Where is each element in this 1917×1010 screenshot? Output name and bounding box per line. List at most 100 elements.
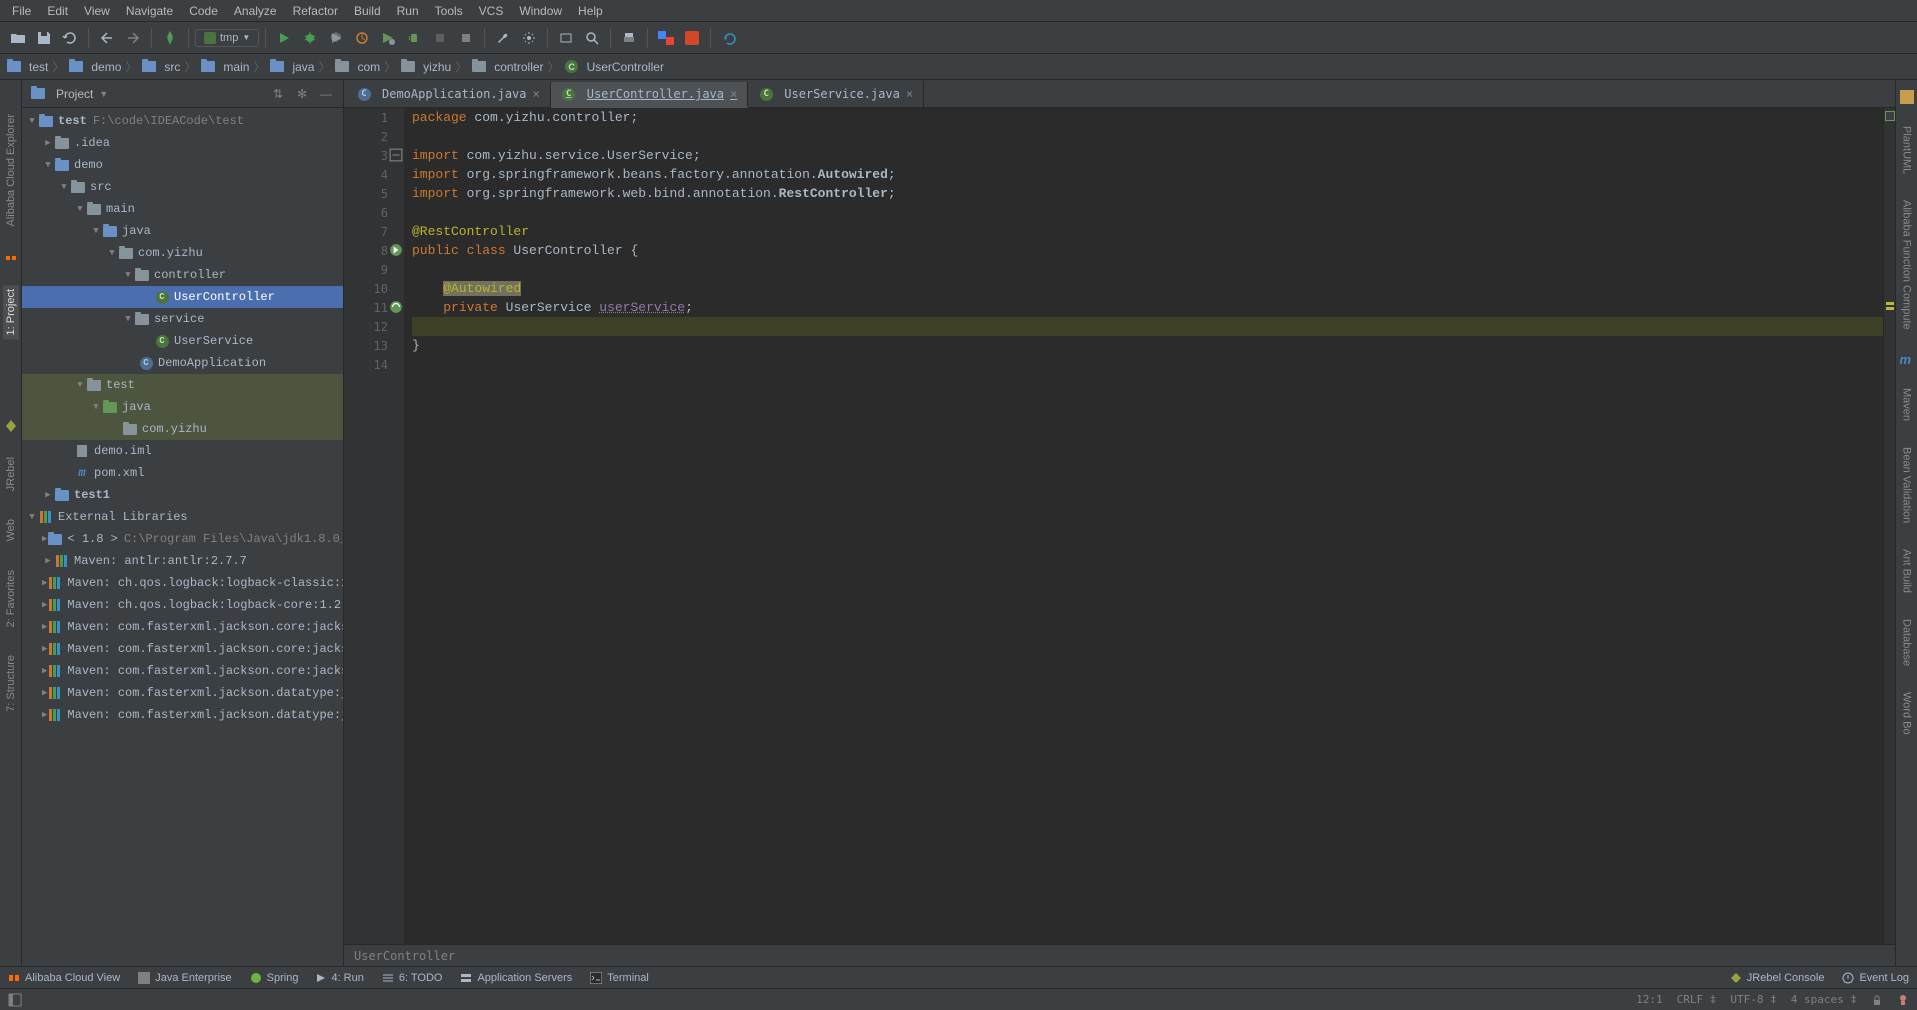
tree-extlib[interactable]: ▼External Libraries — [22, 506, 343, 528]
tree-jdk[interactable]: ▶< 1.8 >C:\Program Files\Java\jdk1.8.0_1… — [22, 528, 343, 550]
menu-code[interactable]: Code — [181, 2, 226, 20]
presentation-icon[interactable] — [680, 26, 704, 50]
build-icon[interactable] — [158, 26, 182, 50]
search-icon[interactable] — [580, 26, 604, 50]
menu-edit[interactable]: Edit — [39, 2, 76, 20]
tree-root[interactable]: ▼testF:\code\IDEACode\test — [22, 110, 343, 132]
crumb-java[interactable]: java — [269, 59, 314, 75]
refresh-icon[interactable] — [58, 26, 82, 50]
status-pos[interactable]: 12:1 — [1636, 993, 1663, 1006]
menu-file[interactable]: File — [4, 2, 39, 20]
menu-tools[interactable]: Tools — [427, 2, 471, 20]
gear-icon[interactable]: ✻ — [293, 85, 311, 103]
crumb-controller[interactable]: controller — [471, 59, 543, 75]
tree-pom[interactable]: mpom.xml — [22, 462, 343, 484]
code-editor[interactable]: package com.yizhu.controller; import com… — [404, 108, 1883, 944]
close-icon[interactable]: × — [906, 87, 913, 101]
righttab-wordbook[interactable]: Word Bo — [1899, 688, 1915, 739]
tree-lib-item[interactable]: ▶Maven: ch.qos.logback:logback-core:1.2.… — [22, 594, 343, 616]
tree-lib-item[interactable]: ▶Maven: com.fasterxml.jackson.datatype:j… — [22, 682, 343, 704]
bean-icon[interactable] — [389, 243, 403, 257]
bottombtn-run[interactable]: 4: Run — [316, 972, 363, 984]
profile-icon[interactable] — [350, 26, 374, 50]
menu-build[interactable]: Build — [346, 2, 389, 20]
jrebel-icon[interactable] — [4, 419, 18, 433]
menu-analyze[interactable]: Analyze — [226, 2, 285, 20]
tree-demoiml[interactable]: demo.iml — [22, 440, 343, 462]
bottombtn-alibaba[interactable]: Alibaba Cloud View — [8, 972, 120, 984]
bottombtn-spring[interactable]: Spring — [250, 972, 299, 984]
open-icon[interactable] — [6, 26, 30, 50]
line-gutter[interactable]: 12 3 4567 8 910 11 121314 — [344, 108, 404, 944]
lefttab-jrebel[interactable]: JRebel — [3, 453, 19, 495]
crumb-main[interactable]: main — [200, 59, 249, 75]
bottombtn-javaee[interactable]: Java Enterprise — [138, 972, 231, 984]
righttab-maven[interactable]: Maven — [1899, 384, 1915, 425]
menu-window[interactable]: Window — [511, 2, 570, 20]
righttab-bean-validation[interactable]: Bean Validation — [1899, 443, 1915, 527]
menu-navigate[interactable]: Navigate — [118, 2, 181, 20]
wrench-icon[interactable] — [491, 26, 515, 50]
lefttab-favorites[interactable]: 2: Favorites — [3, 566, 19, 631]
error-stripe[interactable] — [1883, 108, 1895, 944]
tool-window-toggle-icon[interactable] — [8, 993, 22, 1007]
menu-vcs[interactable]: VCS — [471, 2, 512, 20]
editor-breadcrumb[interactable]: UserController — [344, 944, 1895, 966]
collapse-icon[interactable] — [389, 148, 403, 162]
tree-src[interactable]: ▼src — [22, 176, 343, 198]
crumb-com[interactable]: com — [334, 59, 380, 75]
tab-userservice[interactable]: CUserService.java× — [748, 81, 924, 107]
run-icon[interactable] — [272, 26, 296, 50]
menu-run[interactable]: Run — [389, 2, 427, 20]
bottombtn-todo[interactable]: 6: TODO — [382, 972, 443, 984]
crumb-src[interactable]: src — [141, 59, 180, 75]
bottombtn-terminal[interactable]: Terminal — [590, 972, 649, 984]
tree-lib-item[interactable]: ▶Maven: com.fasterxml.jackson.core:jacks… — [22, 616, 343, 638]
crumb-class[interactable]: CUserController — [564, 59, 664, 75]
crumb-yizhu[interactable]: yizhu — [400, 59, 451, 75]
settings-icon[interactable] — [517, 26, 541, 50]
menu-help[interactable]: Help — [570, 2, 611, 20]
plantuml-icon[interactable] — [1900, 90, 1914, 104]
tree-service[interactable]: ▼service — [22, 308, 343, 330]
tree-idea[interactable]: ▶.idea — [22, 132, 343, 154]
lefttab-web[interactable]: Web — [3, 515, 19, 545]
lefttab-structure[interactable]: 7: Structure — [3, 651, 19, 716]
tree-pkg[interactable]: ▼com.yizhu — [22, 242, 343, 264]
hector-icon[interactable] — [1897, 994, 1909, 1006]
forward-icon[interactable] — [121, 26, 145, 50]
tab-demoapplication[interactable]: CDemoApplication.java× — [346, 81, 551, 107]
righttab-alibaba-fc[interactable]: Alibaba Function Compute — [1899, 196, 1915, 334]
restart-icon[interactable] — [717, 26, 741, 50]
alibaba-cloud-icon[interactable] — [4, 251, 18, 265]
autowired-icon[interactable] — [389, 300, 403, 314]
bottombtn-eventlog[interactable]: Event Log — [1842, 972, 1909, 984]
print-icon[interactable] — [617, 26, 641, 50]
sdk-icon[interactable] — [554, 26, 578, 50]
attach-icon[interactable] — [428, 26, 452, 50]
stop-icon[interactable] — [454, 26, 478, 50]
jrebel-run-icon[interactable] — [376, 26, 400, 50]
lefttab-project[interactable]: 1: Project — [3, 285, 19, 339]
lock-icon[interactable] — [1871, 994, 1883, 1006]
crumb-test[interactable]: test — [6, 59, 48, 75]
righttab-database[interactable]: Database — [1899, 615, 1915, 670]
tree-demo[interactable]: ▼demo — [22, 154, 343, 176]
tree-lib-item[interactable]: ▶Maven: com.fasterxml.jackson.datatype:j… — [22, 704, 343, 726]
close-icon[interactable]: × — [533, 87, 540, 101]
status-encoding[interactable]: UTF-8 ‡ — [1730, 993, 1776, 1006]
chevron-down-icon[interactable]: ▼ — [99, 89, 108, 99]
righttab-ant[interactable]: Ant Build — [1899, 545, 1915, 597]
righttab-plantuml[interactable]: PlantUML — [1899, 122, 1915, 178]
run-config-selector[interactable]: tmp ▼ — [195, 29, 259, 47]
close-icon[interactable]: × — [730, 87, 737, 101]
tree-test-java[interactable]: ▼java — [22, 396, 343, 418]
bottombtn-appservers[interactable]: Application Servers — [460, 972, 572, 984]
minimize-icon[interactable]: — — [317, 85, 335, 103]
back-icon[interactable] — [95, 26, 119, 50]
tree-demoapp[interactable]: CDemoApplication — [22, 352, 343, 374]
tree-lib-item[interactable]: ▶Maven: com.fasterxml.jackson.core:jacks… — [22, 660, 343, 682]
tree-java[interactable]: ▼java — [22, 220, 343, 242]
status-eol[interactable]: CRLF ‡ — [1677, 993, 1717, 1006]
translate-icon[interactable] — [654, 26, 678, 50]
